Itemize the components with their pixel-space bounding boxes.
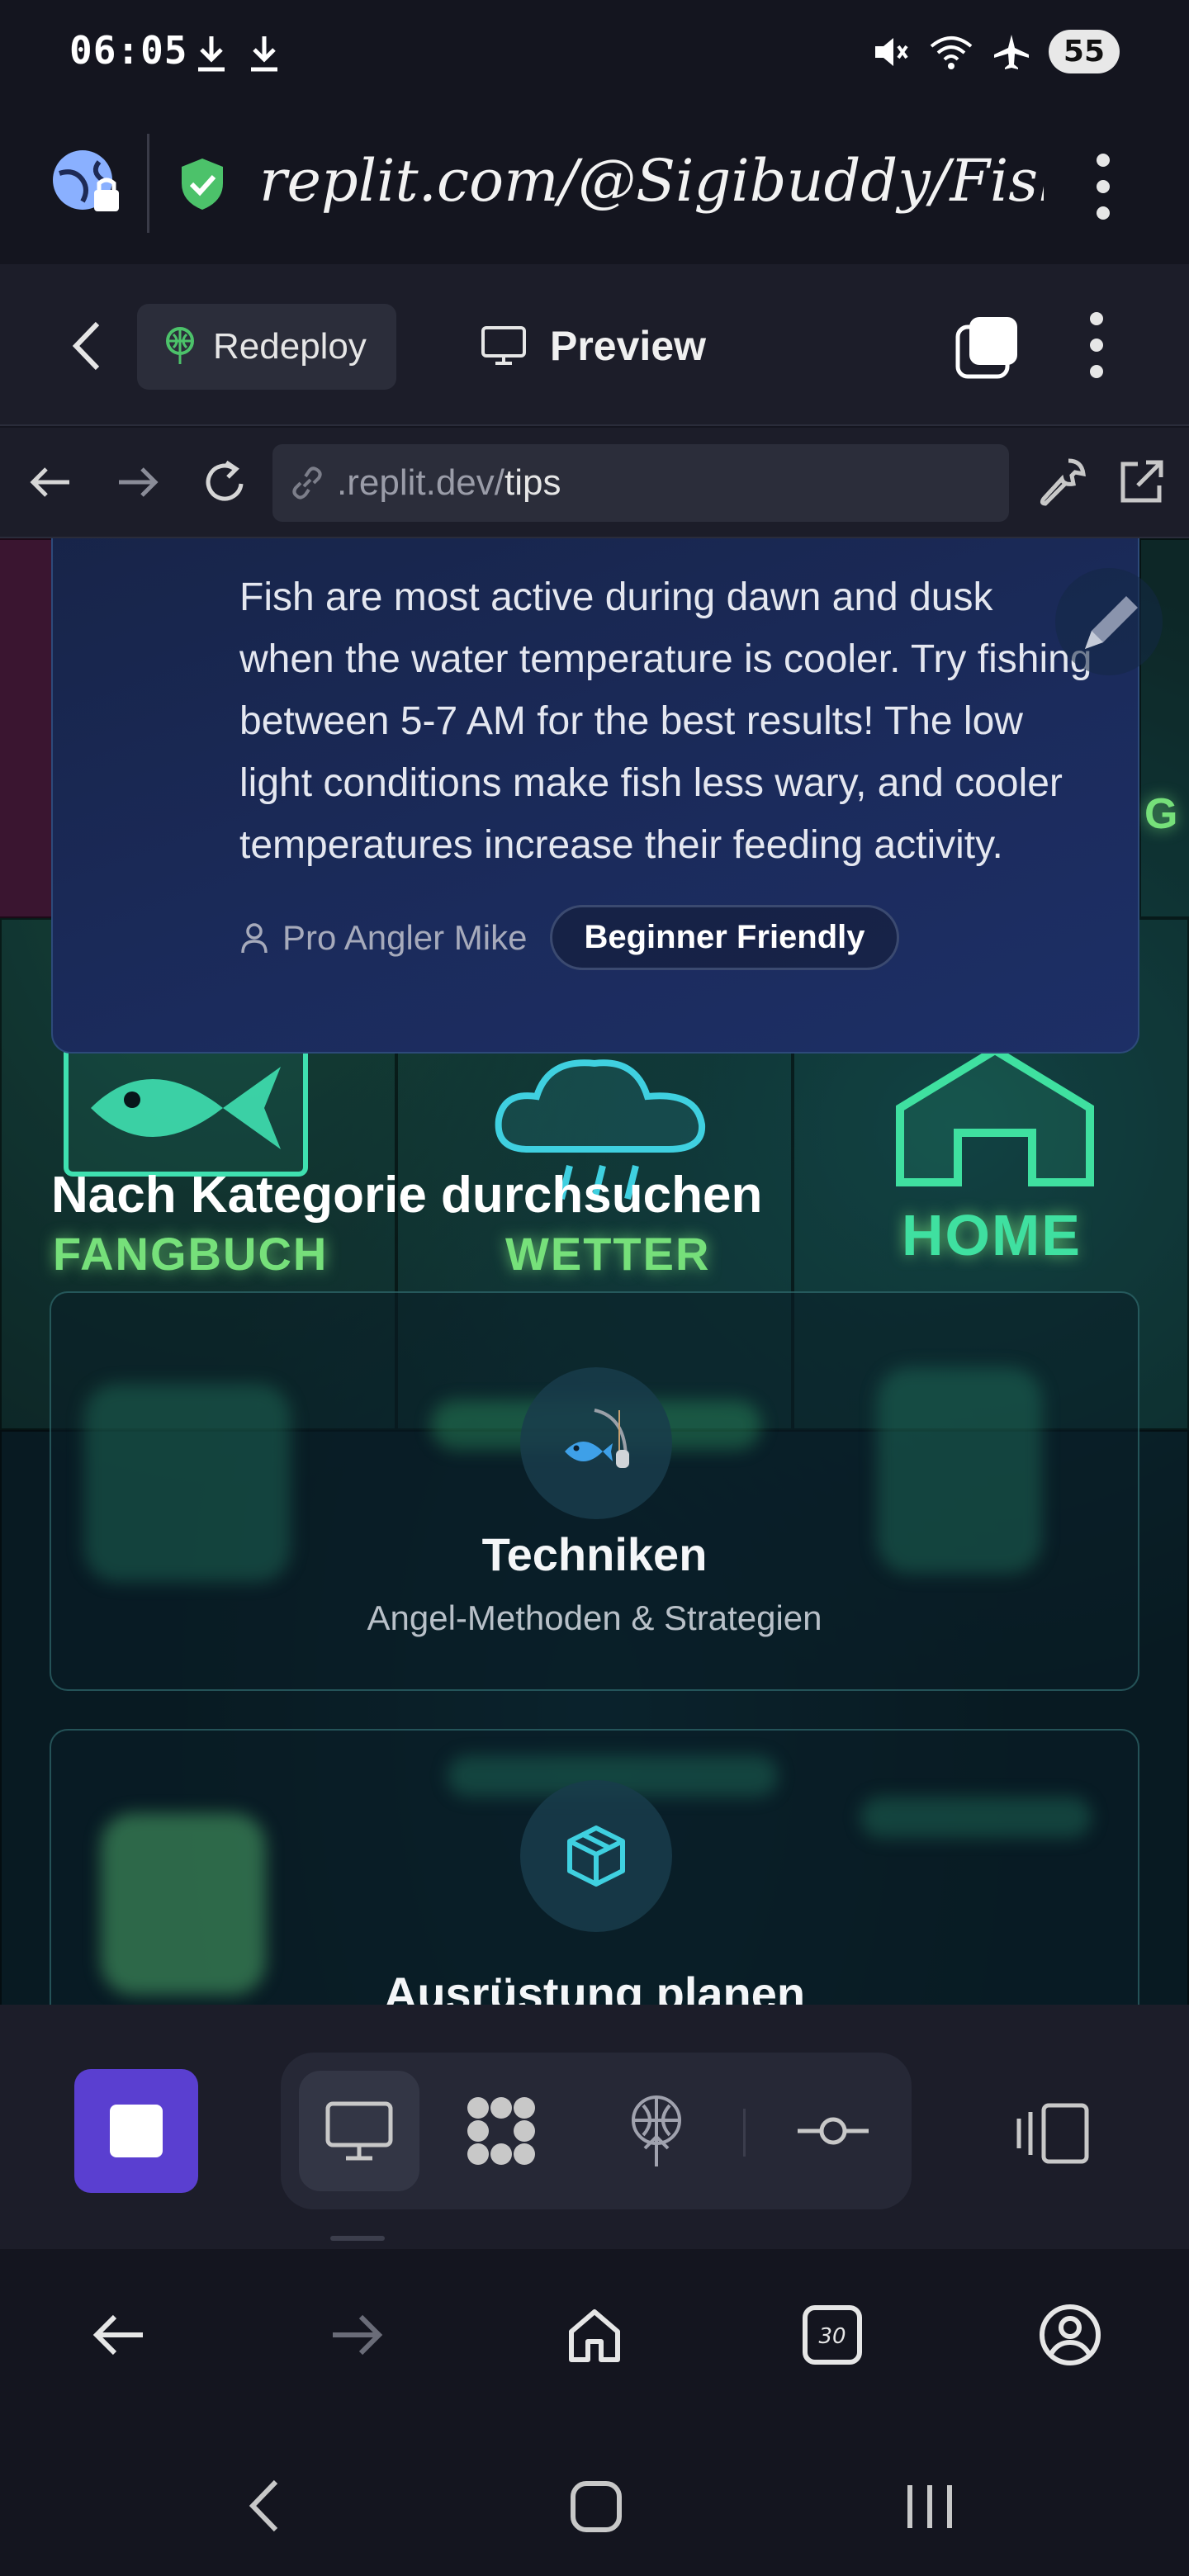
home-icon [896, 1045, 1094, 1186]
download-icon [198, 36, 225, 72]
preview-tab[interactable]: Preview [481, 322, 706, 370]
category-card-techniken[interactable]: Techniken Angel-Methoden & Strategien [50, 1291, 1139, 1691]
wifi-icon [930, 36, 973, 69]
author-name: Pro Angler Mike [282, 917, 528, 957]
bg-label-fangbuch: FANGBUCH [53, 1228, 329, 1280]
arrow-right-icon [333, 2314, 383, 2356]
section-title: Nach Kategorie durchsuchen [51, 1167, 763, 1224]
battery-indicator: 55 [1048, 30, 1120, 73]
preview-tool-button[interactable] [299, 2071, 419, 2191]
split-panel-icon[interactable] [1016, 2102, 1090, 2165]
deployments-tool-button[interactable] [596, 2071, 717, 2191]
arrow-left-icon[interactable] [25, 456, 78, 509]
system-navigation [0, 2436, 1189, 2576]
monitor-icon [481, 326, 526, 365]
system-back-icon[interactable] [244, 2477, 286, 2535]
browser-home-button[interactable] [561, 2302, 628, 2368]
reload-icon[interactable] [198, 456, 251, 509]
category-icon-badge [520, 1367, 672, 1519]
link-icon [292, 466, 322, 500]
edit-button[interactable] [1055, 568, 1163, 675]
tabs-count-icon: 30 [803, 2305, 862, 2365]
webview-toolbar: .replit.dev/tips [0, 428, 1189, 538]
category-title: Ausrüstung planen [383, 1968, 806, 2005]
divider [147, 134, 149, 233]
tip-body: Fish are most active during dawn and dus… [239, 575, 1092, 867]
preview-label: Preview [550, 323, 707, 369]
workspace-tool-button[interactable] [441, 2071, 561, 2191]
category-title: Techniken [481, 1528, 708, 1580]
bg-label-wetter: WETTER [505, 1228, 711, 1280]
tip-meta: Pro Angler Mike Beginner Friendly [239, 905, 899, 970]
url-path: tips [504, 462, 561, 503]
commit-icon [798, 2117, 869, 2145]
browser-menu-icon[interactable] [1095, 154, 1111, 220]
category-icon-badge [520, 1780, 672, 1932]
replit-header: Redeploy Preview [0, 264, 1189, 426]
divider [743, 2109, 746, 2157]
tool-switcher [281, 2053, 912, 2209]
category-card-ausruestung[interactable]: Ausrüstung planen [50, 1729, 1139, 2005]
mute-icon [874, 37, 908, 66]
browser-back-button[interactable] [86, 2302, 152, 2368]
url-domain: .replit.dev/ [337, 462, 504, 503]
home-icon [569, 2309, 620, 2362]
secure-shield-icon[interactable] [178, 157, 226, 211]
tip-card[interactable]: Fish are most active during dawn and dus… [51, 538, 1139, 1054]
browser-url[interactable]: replit.com/@Sigibuddy/Fish/ [259, 147, 1044, 215]
user-icon [241, 922, 268, 953]
monitor-icon [325, 2101, 393, 2161]
drag-handle[interactable] [330, 2236, 385, 2241]
blurred-background [860, 1797, 1092, 1838]
webview-url-field[interactable]: .replit.dev/tips [272, 444, 1009, 522]
browser-forward-button[interactable] [324, 2302, 390, 2368]
status-bar: 06:05 55 [0, 0, 1189, 107]
browser-bottom-nav: 30 [0, 2249, 1189, 2436]
bg-label-home: HOME [902, 1203, 1082, 1267]
pencil-icon [1085, 596, 1138, 649]
tabs-switcher-icon[interactable] [955, 315, 1021, 381]
difficulty-badge: Beginner Friendly [550, 905, 899, 970]
stop-button[interactable] [74, 2069, 198, 2193]
deploy-icon [166, 327, 194, 364]
arrow-right-icon[interactable] [111, 456, 163, 509]
background-tile [0, 538, 53, 918]
browser-address-bar: replit.com/@Sigibuddy/Fish/ [0, 107, 1189, 264]
open-external-icon[interactable] [1115, 456, 1168, 509]
bg-label-partial: G [1144, 790, 1180, 838]
deploy-icon [632, 2095, 681, 2166]
category-subtitle: Angel-Methoden & Strategien [367, 1598, 822, 1637]
back-chevron-icon[interactable] [66, 317, 107, 375]
status-indicators: 55 [872, 30, 1120, 73]
box-icon [567, 1825, 625, 1887]
download-icon [251, 36, 277, 72]
tip-author: Pro Angler Mike [239, 918, 527, 958]
account-icon [1040, 2304, 1101, 2365]
system-home-icon[interactable] [570, 2480, 623, 2533]
status-time: 06:05 [69, 28, 188, 73]
fishing-rod-icon [565, 1409, 629, 1468]
replit-menu-icon[interactable] [1088, 312, 1105, 378]
stop-icon [110, 2105, 163, 2157]
app-preview-page: FANGBUCH WETTER HOME G Fish are most act… [0, 538, 1189, 2005]
system-recents-icon[interactable] [905, 2482, 955, 2531]
svg-text:30: 30 [818, 2324, 846, 2349]
redeploy-label: Redeploy [213, 326, 367, 367]
wrench-icon[interactable] [1035, 456, 1088, 509]
site-info-globe-icon[interactable] [50, 144, 124, 218]
git-commit-tool-button[interactable] [773, 2071, 893, 2191]
replit-bottom-toolbar [0, 2005, 1189, 2249]
airplane-icon [993, 34, 1029, 69]
browser-account-button[interactable] [1037, 2302, 1103, 2368]
arrow-left-icon [92, 2314, 143, 2356]
apps-cluster-icon [467, 2097, 535, 2165]
redeploy-button[interactable]: Redeploy [137, 304, 396, 390]
browser-tabs-button[interactable]: 30 [799, 2302, 865, 2368]
